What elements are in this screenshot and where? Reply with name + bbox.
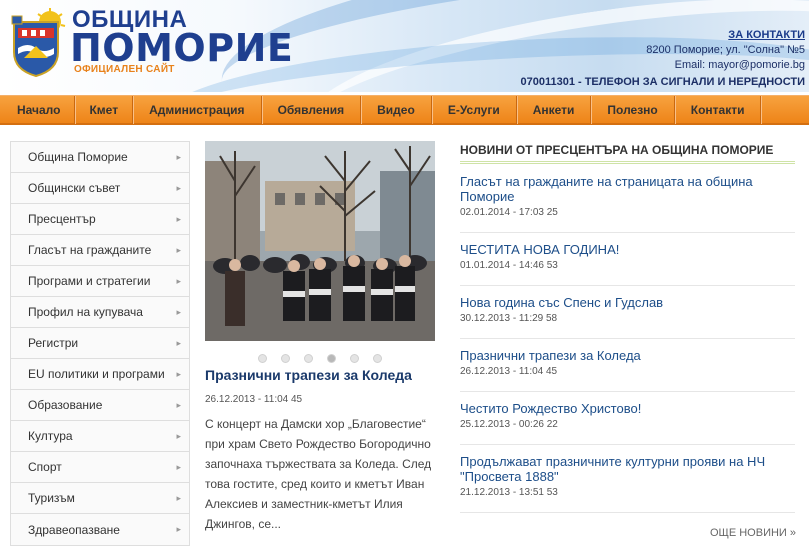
sidebar-item-programs[interactable]: Програми и стратегии ▸ xyxy=(11,266,189,297)
news-title-link[interactable]: Нова година със Спенс и Гудслав xyxy=(460,295,795,310)
featured-excerpt: С концерт на Дамски хор „Благовестие“ пр… xyxy=(205,417,432,531)
contacts-link[interactable]: ЗА КОНТАКТИ xyxy=(520,28,805,43)
slider-dot[interactable] xyxy=(373,354,382,363)
chevron-right-icon: ▸ xyxy=(176,461,181,472)
chevron-right-icon: ▸ xyxy=(176,151,181,162)
news-title-link[interactable]: ЧЕСТИТА НОВА ГОДИНА! xyxy=(460,242,795,257)
chevron-right-icon: ▸ xyxy=(176,430,181,441)
news-date: 01.01.2014 - 14:46 53 xyxy=(460,260,558,271)
sidebar-item-tourism[interactable]: Туризъм ▸ xyxy=(11,483,189,514)
news-date: 30.12.2013 - 11:29 58 xyxy=(460,313,558,324)
featured-date: 26.12.2013 - 11:04 45 xyxy=(205,394,303,405)
nav-item-announcements[interactable]: Обявления xyxy=(262,96,362,124)
nav-item-polls[interactable]: Анкети xyxy=(517,96,592,124)
sidebar-item-registers[interactable]: Регистри ▸ xyxy=(11,328,189,359)
slider-dot[interactable] xyxy=(304,354,313,363)
news-title-link[interactable]: Празнични трапези за Коледа xyxy=(460,348,795,363)
sidebar-item-healthcare[interactable]: Здравеопазване ▸ xyxy=(11,514,189,545)
nav-item-e-services[interactable]: Е-Услуги xyxy=(432,96,517,124)
sidebar-item-eu-policies[interactable]: EU политики и програми ▸ xyxy=(11,359,189,390)
nav-item-contacts[interactable]: Контакти xyxy=(675,96,762,124)
chevron-right-icon: ▸ xyxy=(176,182,181,193)
sidebar-item-culture[interactable]: Култура ▸ xyxy=(11,421,189,452)
contact-email[interactable]: Email: mayor@pomorie.bg xyxy=(520,58,805,73)
main-navigation: Начало Кмет Администрация Обявления Виде… xyxy=(0,95,809,125)
news-title-link[interactable]: Честито Рождество Христово! xyxy=(460,401,795,416)
news-item: Гласът на гражданите на страницата на об… xyxy=(460,174,795,233)
slider-pagination xyxy=(205,354,435,363)
slider-dot[interactable] xyxy=(350,354,359,363)
sidebar-item-council[interactable]: Общински съвет ▸ xyxy=(11,173,189,204)
slider-dot[interactable] xyxy=(281,354,290,363)
nav-item-useful[interactable]: Полезно xyxy=(591,96,675,124)
news-title-link[interactable]: Гласът на гражданите на страницата на об… xyxy=(460,174,795,204)
news-item: Празнични трапези за Коледа 26.12.2013 -… xyxy=(460,348,795,392)
header-contacts: ЗА КОНТАКТИ 8200 Поморие; ул. "Солна" №5… xyxy=(520,28,805,90)
nav-item-mayor[interactable]: Кмет xyxy=(75,96,134,124)
nav-item-video[interactable]: Видео xyxy=(361,96,432,124)
municipality-crest-icon[interactable] xyxy=(10,8,66,78)
slider-dot[interactable] xyxy=(258,354,267,363)
sidebar-item-buyer-profile[interactable]: Профил на купувача ▸ xyxy=(11,297,189,328)
chevron-right-icon: ▸ xyxy=(176,306,181,317)
news-heading: НОВИНИ ОТ ПРЕСЦЕНТЪРА НА ОБЩИНА ПОМОРИЕ xyxy=(460,143,774,157)
contact-address: 8200 Поморие; ул. "Солна" №5 xyxy=(646,44,805,56)
nav-item-home[interactable]: Начало xyxy=(3,96,76,124)
nav-item-administration[interactable]: Администрация xyxy=(133,96,262,124)
chevron-right-icon: ▸ xyxy=(176,492,181,503)
chevron-right-icon: ▸ xyxy=(176,337,181,348)
logo-subtitle: ОФИЦИАЛЕН САЙТ xyxy=(74,64,175,75)
chevron-right-icon: ▸ xyxy=(176,275,181,286)
news-item: Продължават празничните културни прояви … xyxy=(460,454,795,513)
news-date: 26.12.2013 - 11:04 45 xyxy=(460,366,558,377)
sidebar-item-citizens-voice[interactable]: Гласът на гражданите ▸ xyxy=(11,235,189,266)
news-item: Честито Рождество Христово! 25.12.2013 -… xyxy=(460,401,795,445)
featured-title[interactable]: Празнични трапези за Коледа xyxy=(205,367,412,383)
sidebar-menu: Община Поморие ▸ Общински съвет ▸ Пресцент… xyxy=(10,141,190,546)
news-title-link[interactable]: Продължават празничните културни прояви … xyxy=(460,454,795,484)
more-news-link[interactable]: ОЩЕ НОВИНИ » xyxy=(710,527,796,539)
news-divider xyxy=(460,161,795,164)
chevron-right-icon: ▸ xyxy=(176,244,181,255)
news-item: ЧЕСТИТА НОВА ГОДИНА! 01.01.2014 - 14:46 … xyxy=(460,242,795,286)
chevron-right-icon: ▸ xyxy=(176,213,181,224)
sidebar-item-sport[interactable]: Спорт ▸ xyxy=(11,452,189,483)
news-date: 02.01.2014 - 17:03 25 xyxy=(460,207,558,218)
site-header: ОБЩИНА ПОМОРИЕ ОФИЦИАЛЕН САЙТ ЗА КОНТАКТ… xyxy=(0,0,809,92)
sidebar-item-education[interactable]: Образование ▸ xyxy=(11,390,189,421)
chevron-right-icon: ▸ xyxy=(176,368,181,379)
chevron-right-icon: ▸ xyxy=(176,524,181,534)
news-date: 21.12.2013 - 13:51 53 xyxy=(460,487,558,498)
news-item: Нова година със Спенс и Гудслав 30.12.20… xyxy=(460,295,795,339)
sidebar-item-press-center[interactable]: Пресцентър ▸ xyxy=(11,204,189,235)
news-date: 25.12.2013 - 00:26 22 xyxy=(460,419,558,430)
chevron-right-icon: ▸ xyxy=(176,399,181,410)
slider-dot-active[interactable] xyxy=(327,354,336,363)
sidebar-item-municipality[interactable]: Община Поморие ▸ xyxy=(11,142,189,173)
featured-slide-image[interactable] xyxy=(205,141,435,341)
contact-phone: 070011301 - ТЕЛЕФОН ЗА СИГНАЛИ И НЕРЕДНО… xyxy=(520,76,805,88)
